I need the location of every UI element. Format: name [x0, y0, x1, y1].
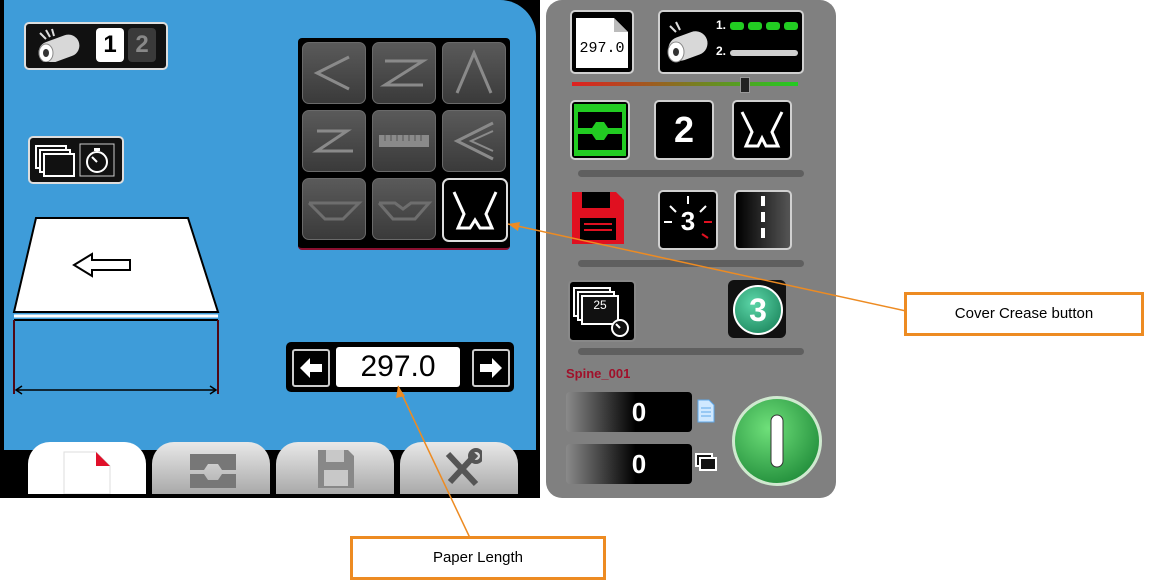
callout-leaders [396, 222, 907, 539]
cover-crease-callout: Cover Crease button [904, 292, 1144, 336]
paper-length-callout: Paper Length [350, 536, 606, 580]
